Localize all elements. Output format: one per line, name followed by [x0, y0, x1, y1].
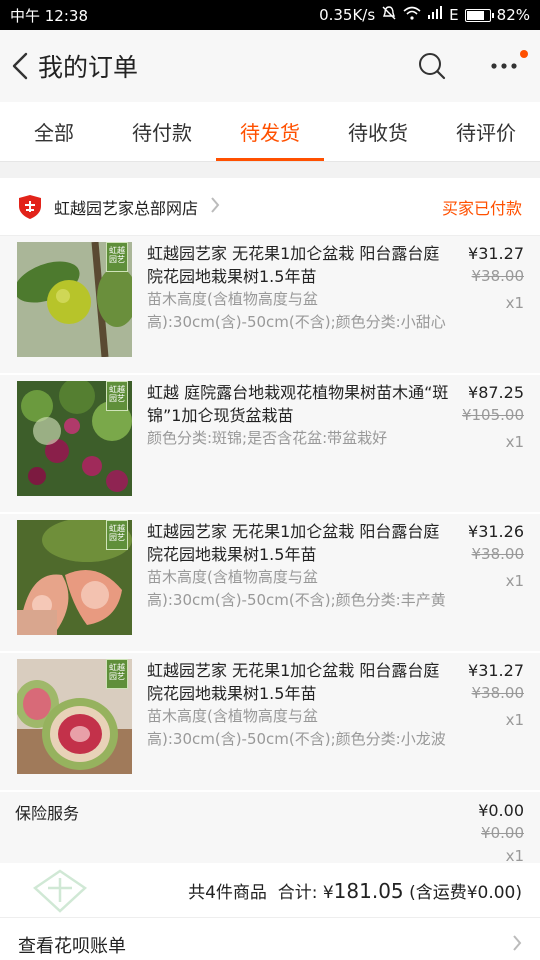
product-original-price: ¥105.00 [461, 406, 524, 424]
signal-icon [427, 6, 443, 24]
product-original-price: ¥38.00 [471, 267, 525, 285]
order-item[interactable]: 虹越园艺 虹越园艺家 无花果1加仑盆栽 阳台露台庭院花园地栽果树1.5年苗 苗木… [0, 653, 540, 792]
order-status: 买家已付款 [441, 198, 522, 218]
shop-badge-icon [19, 194, 41, 219]
brand-tag: 虹越园艺 [106, 520, 128, 550]
product-price: ¥87.25 [468, 383, 524, 402]
product-image: 虹越园艺 [17, 381, 132, 496]
more-icon [491, 63, 517, 69]
section-gap [0, 162, 540, 178]
status-time: 中午 12:38 [10, 6, 88, 25]
search-button[interactable] [412, 46, 452, 86]
product-price: ¥31.27 [468, 661, 524, 680]
product-image: 虹越园艺 [17, 242, 132, 357]
status-bar: 中午 12:38 0.35K/s E 82% [0, 0, 540, 30]
network-speed: 0.35K/s [319, 6, 376, 24]
search-icon [419, 53, 446, 80]
insurance-price: ¥0.00 [478, 801, 524, 820]
order-item[interactable]: 虹越园艺 虹越园艺家 无花果1加仑盆栽 阳台露台庭院花园地栽果树1.5年苗 苗木… [0, 514, 540, 653]
bottom-link-label: 查看花呗账单 [18, 936, 126, 957]
page-title: 我的订单 [38, 53, 139, 82]
product-title: 虹越园艺家 无花果1加仑盆栽 阳台露台庭院花园地栽果树1.5年苗 [147, 244, 440, 286]
product-quantity: x1 [505, 711, 524, 729]
total-label: 合计: ¥ [277, 883, 334, 903]
order-summary: 共4件商品 合计: ¥ 181.05 (含运费¥0.00) [0, 864, 540, 918]
tab-all[interactable]: 全部 [0, 102, 108, 161]
mute-icon [381, 5, 397, 25]
brand-tag: 虹越园艺 [106, 381, 128, 411]
chevron-left-icon [12, 52, 28, 80]
network-type: E [449, 6, 459, 24]
more-button[interactable] [484, 46, 528, 86]
battery-percent: 82% [496, 6, 530, 24]
shop-header[interactable]: 虹越园艺家总部网店 买家已付款 [0, 178, 540, 236]
shipping-fee: (含运费¥0.00) [409, 883, 522, 903]
tab-pending-receipt[interactable]: 待收货 [324, 102, 432, 161]
status-indicators: 0.35K/s E 82% [319, 5, 530, 25]
item-count: 共4件商品 [188, 883, 267, 903]
shop-name[interactable]: 虹越园艺家总部网店 [54, 195, 198, 219]
product-image: 虹越园艺 [17, 520, 132, 635]
watermark-logo [32, 869, 88, 913]
product-quantity: x1 [505, 572, 524, 590]
product-title: 虹越 庭院露台地栽观花植物果树苗木通“斑锦”1加仑现货盆栽苗 [147, 383, 449, 425]
back-button[interactable] [6, 46, 34, 86]
product-title: 虹越园艺家 无花果1加仑盆栽 阳台露台庭院花园地栽果树1.5年苗 [147, 661, 440, 703]
order-item[interactable]: 虹越园艺 虹越园艺家 无花果1加仑盆栽 阳台露台庭院花园地栽果树1.5年苗 苗木… [0, 236, 540, 375]
order-tabs: 全部 待付款 待发货 待收货 待评价 [0, 102, 540, 162]
nav-bar: 我的订单 [0, 30, 540, 102]
chevron-right-icon [210, 195, 220, 219]
product-original-price: ¥38.00 [471, 545, 525, 563]
product-spec: 颜色分类:斑锦;是否含花盆:带盆栽好 [147, 429, 388, 447]
insurance-original-price: ¥0.00 [481, 824, 524, 842]
product-quantity: x1 [505, 433, 524, 451]
product-image: 虹越园艺 [17, 659, 132, 774]
brand-tag: 虹越园艺 [106, 242, 128, 272]
insurance-label: 保险服务 [15, 804, 80, 823]
product-spec: 苗木高度(含植物高度与盆高):30cm(含)-50cm(不含);颜色分类:小甜心… [147, 290, 446, 331]
product-original-price: ¥38.00 [471, 684, 525, 702]
tab-pending-shipment[interactable]: 待发货 [216, 102, 324, 161]
tab-pending-payment[interactable]: 待付款 [108, 102, 216, 161]
insurance-service[interactable]: 保险服务 ¥0.00 ¥0.00 x1 [0, 792, 540, 865]
wifi-icon [403, 6, 421, 24]
product-title: 虹越园艺家 无花果1加仑盆栽 阳台露台庭院花园地栽果树1.5年苗 [147, 522, 440, 564]
total-amount: 181.05 [333, 878, 404, 903]
brand-tag: 虹越园艺 [106, 659, 128, 689]
product-price: ¥31.27 [468, 244, 524, 263]
product-price: ¥31.26 [468, 522, 524, 541]
chevron-right-icon [512, 933, 522, 958]
tab-pending-review[interactable]: 待评价 [432, 102, 540, 161]
view-huabei-bill-link[interactable]: 查看花呗账单 [0, 918, 540, 960]
order-item[interactable]: 虹越园艺 虹越 庭院露台地栽观花植物果树苗木通“斑锦”1加仑现货盆栽苗 颜色分类… [0, 375, 540, 514]
battery-icon [464, 8, 494, 22]
product-spec: 苗木高度(含植物高度与盆高):30cm(含)-50cm(不含);颜色分类:小龙波… [147, 707, 446, 748]
product-spec: 苗木高度(含植物高度与盆高):30cm(含)-50cm(不含);颜色分类:丰产黄… [147, 568, 446, 609]
product-quantity: x1 [505, 294, 524, 312]
notification-dot [520, 50, 528, 58]
